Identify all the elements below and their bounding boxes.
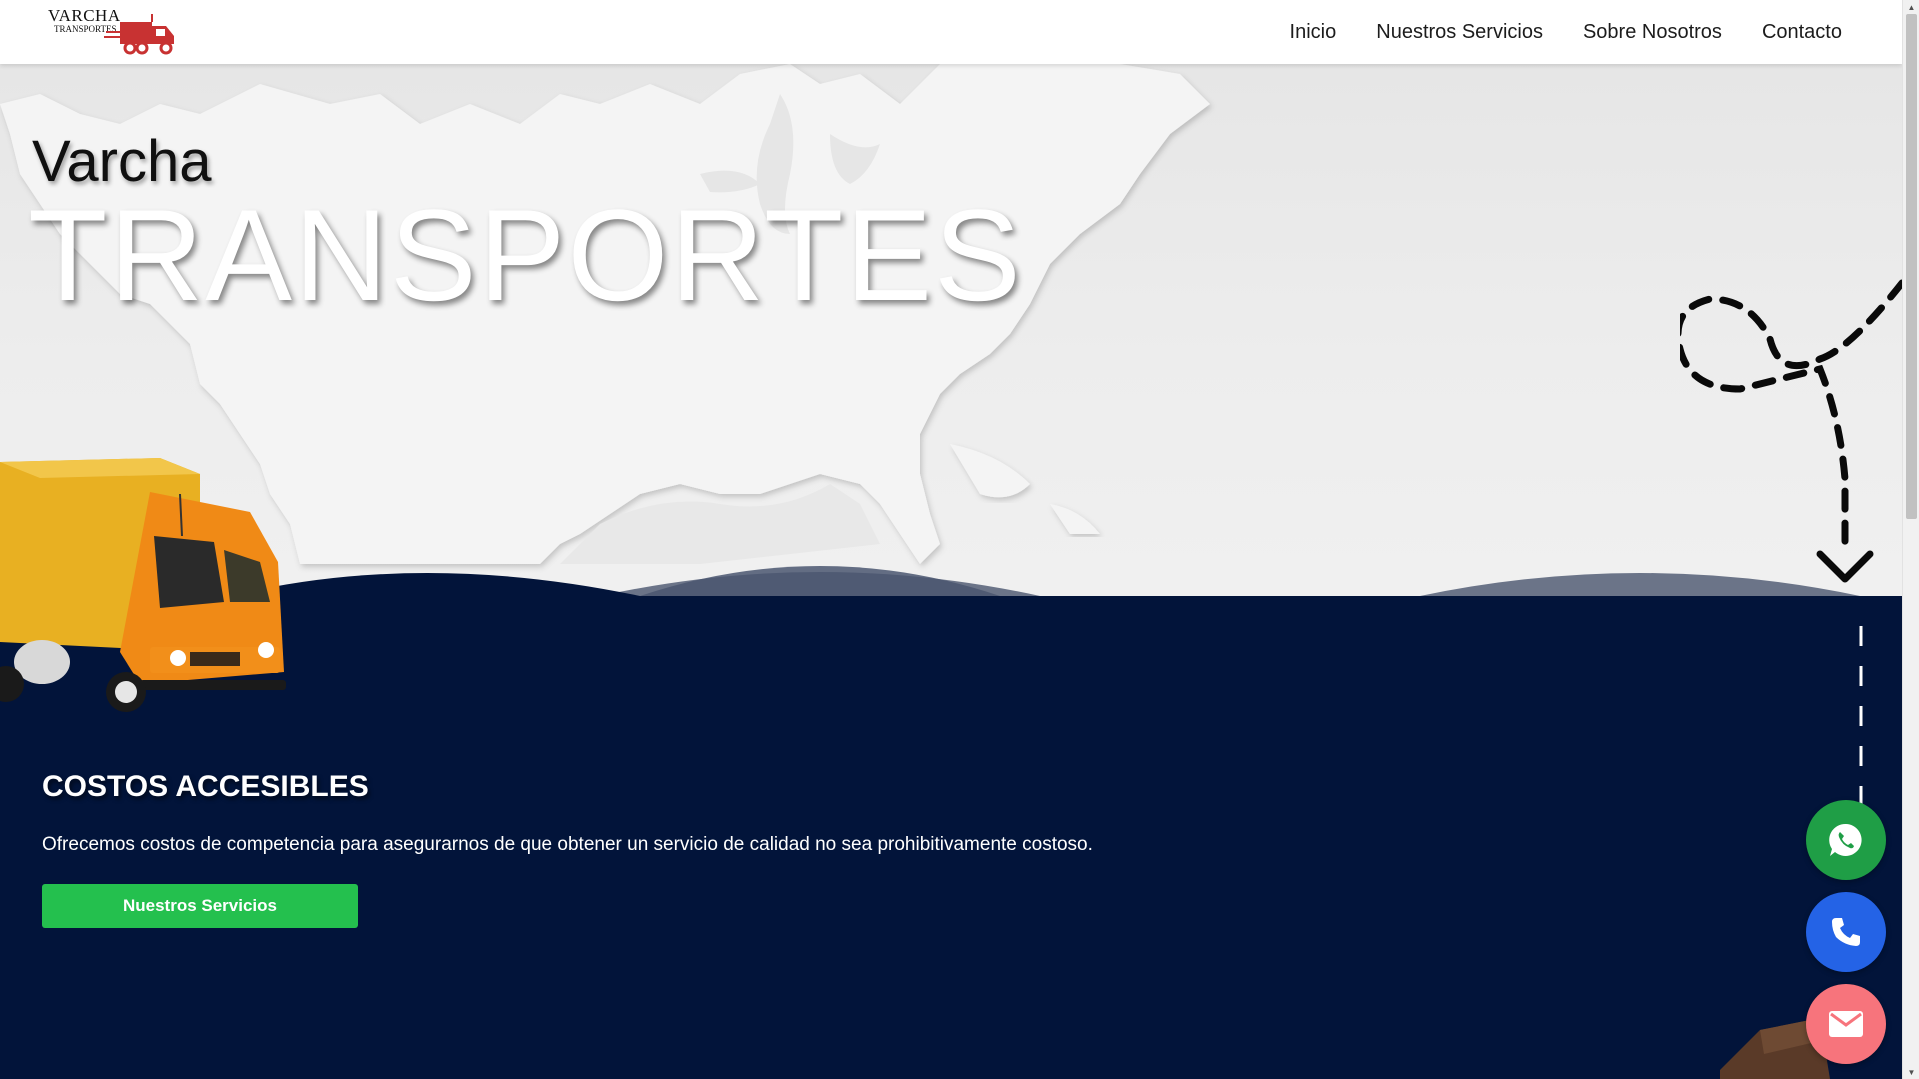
nav-inicio[interactable]: Inicio <box>1290 21 1337 44</box>
section-heading: COSTOS ACCESIBLES <box>42 770 369 803</box>
whatsapp-icon <box>1829 823 1862 856</box>
scrollbar-thumb[interactable] <box>1906 14 1917 519</box>
email-button[interactable] <box>1806 984 1886 1064</box>
scroll-up-arrow-icon[interactable]: ▲ <box>1903 0 1919 14</box>
page: VARCHA TRANSPORTES Inicio Nuestros Servi… <box>0 0 1902 1079</box>
nav-sobre-nosotros[interactable]: Sobre Nosotros <box>1583 21 1722 44</box>
main-nav: Inicio Nuestros Servicios Sobre Nosotros… <box>1290 0 1842 64</box>
phone-icon <box>1832 918 1860 946</box>
hero-title: TRANSPORTES <box>28 182 1023 328</box>
logo[interactable]: VARCHA TRANSPORTES <box>44 4 184 58</box>
nav-contacto[interactable]: Contacto <box>1762 21 1842 44</box>
scroll-down-arrow-icon[interactable]: ▼ <box>1903 1065 1919 1079</box>
mail-icon <box>1829 1011 1863 1037</box>
vertical-scrollbar[interactable]: ▲ ▼ <box>1902 0 1919 1079</box>
phone-button[interactable] <box>1806 892 1886 972</box>
site-header: VARCHA TRANSPORTES Inicio Nuestros Servi… <box>0 0 1902 64</box>
nav-nuestros-servicios[interactable]: Nuestros Servicios <box>1376 21 1543 44</box>
whatsapp-button[interactable] <box>1806 800 1886 880</box>
services-button[interactable]: Nuestros Servicios <box>42 884 358 928</box>
vertical-dashed-line <box>1859 626 1863 806</box>
section-description: Ofrecemos costos de competencia para ase… <box>42 834 1093 855</box>
logo-truck-icon <box>104 14 174 55</box>
delivery-truck-illustration <box>0 458 286 712</box>
